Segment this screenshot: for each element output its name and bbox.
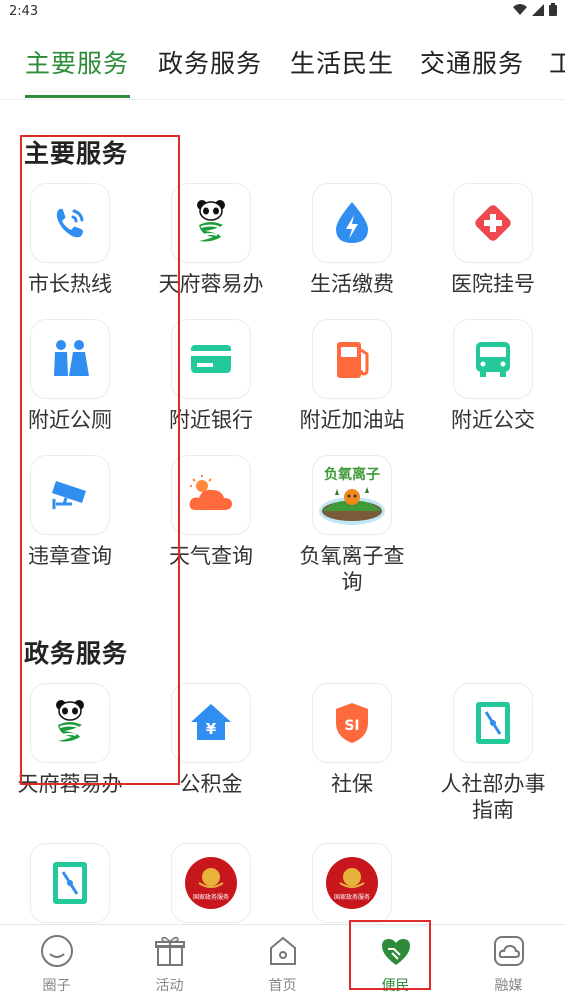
national-service-badge-text: 国家政务服务 — [193, 893, 229, 901]
nav-label: 圈子 — [42, 978, 71, 994]
service-label: 附近公交 — [451, 408, 535, 432]
bus-icon — [476, 342, 510, 377]
service-label: 附近银行 — [169, 408, 253, 432]
service-icon-box — [453, 319, 533, 399]
house-fund-icon: ¥ — [191, 704, 231, 740]
social-security-icon: SI — [336, 703, 368, 743]
service-label: 附近加油站 — [299, 408, 405, 432]
service-label: 人社部办事指南 — [440, 772, 546, 822]
service-label: 负氧离子查询 — [299, 544, 405, 594]
service-icon-box: 国家政务服务 — [171, 843, 251, 923]
nav-label: 便民 — [381, 978, 410, 994]
nav-item-media[interactable]: 融媒 — [452, 933, 565, 995]
service-icon-box: 负氧离子 — [312, 455, 392, 535]
nav-item-activity[interactable]: 活动 — [113, 933, 226, 995]
nav-item-convenience[interactable]: 便民 — [339, 933, 452, 995]
tab-government-services[interactable]: 政务服务 — [158, 44, 262, 80]
compass-guide-icon — [53, 862, 87, 904]
status-bar: 2:43 — [0, 0, 565, 26]
service-icon-box — [171, 319, 251, 399]
service-icon-box — [171, 183, 251, 263]
cloud-icon — [493, 936, 524, 966]
fuel-station-icon — [337, 342, 369, 378]
panda-icon — [197, 200, 225, 242]
service-icon-box — [30, 183, 110, 263]
nav-label: 活动 — [155, 978, 184, 994]
status-icons — [513, 3, 557, 16]
social-security-badge-text: SI — [344, 718, 359, 734]
service-label: 社保 — [331, 772, 373, 796]
home-icon — [269, 936, 296, 965]
bank-card-icon — [191, 345, 231, 373]
section-title-main: 主要服务 — [24, 139, 129, 168]
panda-icon — [56, 700, 84, 742]
service-icon-box — [30, 843, 110, 923]
nav-label: 融媒 — [494, 978, 523, 994]
service-label: 天府蓉易办 — [158, 272, 264, 296]
status-time: 2:43 — [9, 4, 39, 19]
svg-text:¥: ¥ — [206, 720, 217, 738]
restroom-icon — [54, 340, 89, 376]
active-tab-indicator — [25, 95, 130, 98]
national-service-badge-text: 国家政务服务 — [334, 893, 370, 901]
service-icon-box: SI — [312, 683, 392, 763]
service-icon-box: 国家政务服务 — [312, 843, 392, 923]
wifi-icon — [513, 3, 527, 15]
nav-item-circle[interactable]: 圈子 — [0, 933, 113, 995]
weather-icon — [189, 475, 232, 510]
tab-main-services[interactable]: 主要服务 — [25, 44, 129, 80]
national-emblem-icon: 国家政务服务 — [185, 857, 237, 909]
phone-icon — [56, 208, 84, 238]
service-label: 公积金 — [179, 772, 243, 796]
tab-more[interactable]: 工 — [549, 44, 565, 80]
category-tabs: 主要服务 政务服务 生活民生 交通服务 工 — [0, 38, 565, 100]
national-emblem-icon: 国家政务服务 — [326, 857, 378, 909]
compass-guide-icon — [476, 702, 510, 744]
service-icon-box — [30, 319, 110, 399]
service-icon-box: ¥ — [171, 683, 251, 763]
negative-oxygen-badge-icon: 负氧离子 — [319, 466, 385, 525]
smiley-icon — [40, 935, 73, 967]
service-label: 市长热线 — [28, 272, 112, 296]
service-label: 违章查询 — [28, 544, 112, 568]
bottom-nav: 圈子 活动 首页 便民 融媒 — [0, 924, 565, 1004]
tab-life-services[interactable]: 生活民生 — [290, 44, 394, 80]
service-icon-box — [30, 455, 110, 535]
service-icon-box — [312, 183, 392, 263]
service-label: 生活缴费 — [310, 272, 394, 296]
service-label: 医院挂号 — [451, 272, 535, 296]
nav-item-home[interactable]: 首页 — [226, 933, 339, 995]
gift-icon — [154, 936, 185, 966]
handshake-heart-icon — [381, 939, 410, 965]
water-drop-icon — [336, 202, 368, 243]
medical-cross-icon — [475, 205, 511, 241]
service-label: 天气查询 — [169, 544, 253, 568]
section-title-gov: 政务服务 — [24, 639, 129, 668]
battery-icon — [549, 3, 557, 16]
service-icon-box — [453, 683, 533, 763]
nav-label: 首页 — [268, 978, 297, 994]
negative-oxygen-badge-text: 负氧离子 — [324, 466, 380, 483]
service-icon-box — [171, 455, 251, 535]
service-icon-box — [30, 683, 110, 763]
service-icon-box — [312, 319, 392, 399]
tab-traffic-services[interactable]: 交通服务 — [420, 44, 524, 80]
camera-icon — [52, 481, 86, 509]
cell-signal-icon — [532, 3, 544, 16]
service-label: 附近公厕 — [28, 408, 112, 432]
service-icon-box — [453, 183, 533, 263]
service-label: 天府蓉易办 — [17, 772, 123, 796]
